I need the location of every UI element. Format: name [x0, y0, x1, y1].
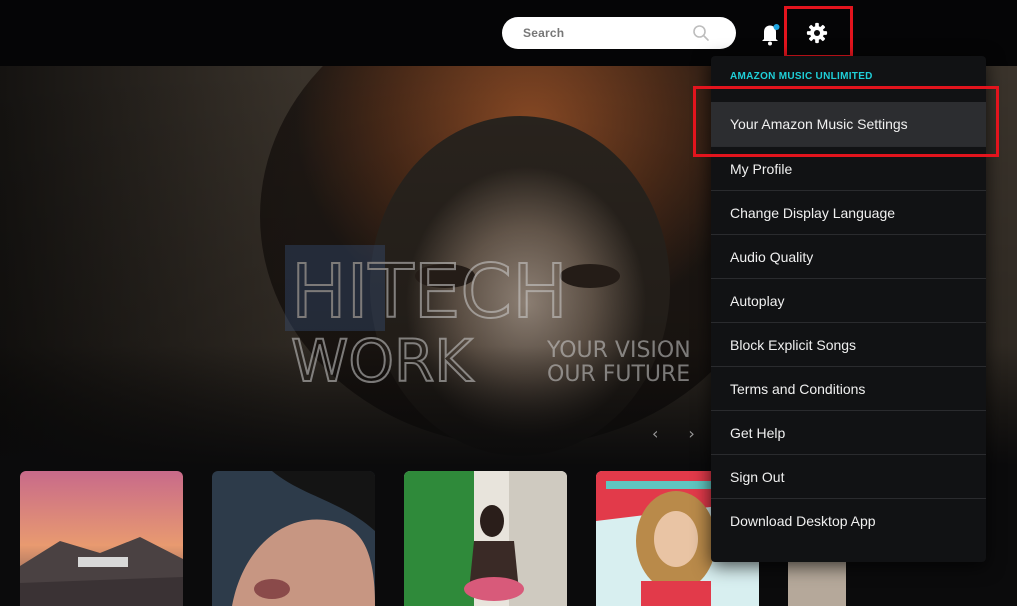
settings-highlight-box [784, 6, 853, 58]
menu-item-get-help[interactable]: Get Help [711, 410, 986, 454]
menu-item-highlight-box [693, 86, 999, 157]
menu-item-audio-quality[interactable]: Audio Quality [711, 234, 986, 278]
menu-item-autoplay[interactable]: Autoplay [711, 278, 986, 322]
menu-item-download-desktop-app[interactable]: Download Desktop App [711, 498, 986, 542]
album-cover[interactable] [212, 471, 375, 606]
album-cover[interactable] [404, 471, 567, 606]
menu-item-sign-out[interactable]: Sign Out [711, 454, 986, 498]
menu-item-block-explicit-songs[interactable]: Block Explicit Songs [711, 322, 986, 366]
menu-item-change-display-language[interactable]: Change Display Language [711, 190, 986, 234]
bell-icon[interactable] [759, 22, 781, 46]
carousel-next-arrow[interactable]: › [688, 424, 694, 443]
search-placeholder: Search [523, 26, 565, 40]
menu-section-label: AMAZON MUSIC UNLIMITED [730, 71, 873, 82]
search-input[interactable]: Search [502, 17, 736, 49]
search-icon[interactable] [692, 24, 710, 42]
carousel-controls: ‹ › [652, 424, 695, 443]
carousel-prev-arrow[interactable]: ‹ [652, 424, 658, 443]
menu-item-terms-and-conditions[interactable]: Terms and Conditions [711, 366, 986, 410]
album-cover[interactable] [20, 471, 183, 606]
notification-dot [773, 24, 780, 30]
